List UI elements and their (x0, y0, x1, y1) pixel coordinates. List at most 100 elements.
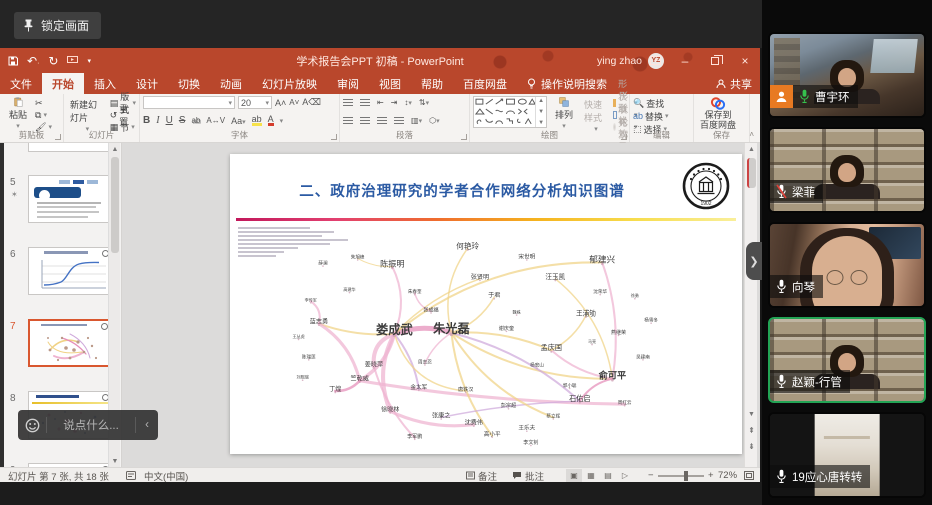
clipboard-dialog-launcher[interactable] (55, 134, 61, 140)
emoji-icon[interactable] (18, 418, 46, 433)
replace-button[interactable]: ab 替换▾ (633, 111, 669, 121)
chat-input[interactable]: 说点什么... (47, 417, 135, 433)
notes-button[interactable]: 备注 (466, 468, 497, 483)
participant-tile-曹宇环[interactable]: 曹宇环 (768, 32, 926, 118)
strikethrough-icon[interactable]: S (179, 115, 186, 126)
quick-access-toolbar[interactable]: ↶· ↻ ▾ (8, 48, 91, 73)
paragraph-dialog-launcher[interactable] (461, 134, 467, 140)
drawing-dialog-launcher[interactable] (621, 134, 627, 140)
comments-button[interactable]: 批注 (512, 468, 544, 483)
undo-icon[interactable]: ↶· (27, 54, 39, 68)
zoom-slider-thumb[interactable] (684, 471, 688, 481)
qat-customize-icon[interactable]: ▾ (87, 57, 91, 65)
ribbon-tab-幻灯片放映[interactable]: 幻灯片放映 (252, 73, 327, 94)
highlight-color-icon[interactable]: ab (252, 115, 262, 126)
scroll-thumb[interactable] (747, 158, 756, 188)
fit-to-window-button[interactable] (744, 468, 754, 483)
chat-collapse-icon[interactable]: ‹ (136, 419, 158, 431)
thumbnail-partial[interactable] (28, 143, 114, 152)
slide-thumbnail-7[interactable] (28, 319, 114, 367)
quick-styles-button[interactable]: 快速样式▾ (581, 96, 611, 131)
start-slideshow-icon[interactable] (67, 56, 78, 65)
participant-tile-赵颖-行管[interactable]: 赵颖-行管 (768, 317, 926, 403)
restore-button[interactable] (700, 48, 730, 73)
justify-icon[interactable] (394, 117, 404, 125)
slide-sorter-view-button[interactable]: ▦ (583, 469, 599, 482)
text-direction-icon[interactable]: ⇅▾ (419, 98, 429, 107)
cut-icon[interactable]: ✂ (35, 98, 52, 108)
reading-view-button[interactable]: ▤ (600, 469, 616, 482)
collapse-ribbon-icon[interactable]: ˄ (749, 130, 754, 139)
underline-icon[interactable]: U (166, 115, 173, 126)
tell-me-search[interactable]: 操作说明搜索 (517, 73, 617, 94)
scroll-up-icon[interactable]: ▲ (745, 143, 758, 156)
font-size-combo[interactable]: 20▾ (238, 96, 272, 109)
font-dialog-launcher[interactable] (331, 134, 337, 140)
zoom-slider[interactable] (658, 475, 704, 477)
save-icon[interactable] (8, 56, 18, 66)
shapes-gallery[interactable]: ▲▼▼ (473, 96, 547, 128)
font-color-icon[interactable]: A (268, 115, 274, 126)
ribbon-display-options-button[interactable] (640, 48, 670, 73)
change-case-icon[interactable]: Aa▾ (231, 116, 246, 126)
decrease-indent-icon[interactable]: ⇤ (377, 98, 384, 107)
redo-icon[interactable]: ↻ (48, 54, 58, 68)
reset-button[interactable]: ↺ 重置 (110, 110, 136, 120)
canvas-scrollbar[interactable]: ▲ ▼ ⇞ ⇟ (744, 143, 757, 467)
paste-button[interactable]: 粘贴 ▾ (3, 96, 33, 131)
align-center-icon[interactable] (360, 117, 370, 125)
sidebar-expand-handle[interactable]: ❯ (746, 242, 762, 280)
participant-tile-梁菲[interactable]: 梁菲 (768, 127, 926, 213)
ribbon-tab-百度网盘[interactable]: 百度网盘 (453, 73, 517, 94)
chat-bar[interactable]: 说点什么... ‹ (18, 410, 158, 440)
ribbon-tab-帮助[interactable]: 帮助 (411, 73, 453, 94)
align-left-icon[interactable] (343, 117, 353, 125)
ribbon-tab-文件[interactable]: 文件 (0, 73, 42, 94)
scroll-up-icon[interactable]: ▲ (109, 143, 121, 155)
close-button[interactable]: × (730, 48, 760, 73)
slide[interactable]: 二、政府治理研究的学者合作网络分析知识图谱 (230, 154, 742, 454)
numbering-icon[interactable] (360, 99, 370, 107)
zoom-level[interactable]: 72% (718, 468, 737, 483)
ribbon-tab-动画[interactable]: 动画 (210, 73, 252, 94)
copy-icon[interactable]: ⧉▾ (35, 110, 52, 120)
shapes-gallery-scroll[interactable]: ▲▼▼ (535, 97, 546, 127)
participant-tile-向琴[interactable]: 向琴 (768, 222, 926, 308)
ribbon-tab-开始[interactable]: 开始 (42, 73, 84, 94)
align-right-icon[interactable] (377, 117, 387, 125)
normal-view-button[interactable]: ▣ (566, 469, 582, 482)
grow-font-icon[interactable]: A˄ (275, 96, 286, 109)
shrink-font-icon[interactable]: A˅ (289, 96, 299, 109)
arrange-button[interactable]: 排列▾ (549, 96, 579, 131)
previous-slide-button[interactable]: ⇞ (745, 423, 758, 437)
language-status[interactable]: 中文(中国) (144, 468, 188, 483)
slide-thumbnail-5[interactable] (28, 175, 114, 223)
lock-view-button[interactable]: 锁定画面 (14, 12, 101, 39)
ribbon-tab-切换[interactable]: 切换 (168, 73, 210, 94)
participant-tile-19应心唐转转[interactable]: 19应心唐转转 (768, 412, 926, 498)
clear-formatting-icon[interactable]: A⌫ (302, 96, 321, 109)
line-spacing-icon[interactable]: ↕▾ (404, 98, 412, 107)
character-spacing-icon[interactable]: A↔V (206, 116, 225, 125)
slideshow-button[interactable]: ▷ (617, 469, 633, 482)
increase-indent-icon[interactable]: ⇥ (391, 98, 398, 107)
zoom-in-button[interactable]: + (708, 468, 714, 483)
slide-thumbnail-6[interactable] (28, 247, 114, 295)
ribbon-tab-审阅[interactable]: 审阅 (327, 73, 369, 94)
italic-icon[interactable]: I (156, 115, 159, 126)
share-button[interactable]: 共享 (716, 73, 752, 94)
minimize-button[interactable]: – (670, 48, 700, 73)
new-slide-button[interactable]: 新建幻灯片 ▾ (67, 96, 108, 131)
bold-icon[interactable]: B (143, 115, 150, 126)
find-button[interactable]: 🔍 查找 (633, 98, 669, 108)
convert-smartart-icon[interactable]: ⬡▾ (429, 116, 440, 125)
font-name-combo[interactable]: ▾ (143, 96, 235, 109)
next-slide-button[interactable]: ⇟ (745, 439, 758, 453)
scroll-down-icon[interactable]: ▼ (745, 408, 758, 421)
text-shadow-icon[interactable]: ab (191, 116, 200, 125)
accessibility-icon[interactable] (126, 468, 136, 483)
scroll-down-icon[interactable]: ▼ (109, 455, 121, 467)
save-to-netdisk-button[interactable]: 保存到 百度网盘 (697, 96, 739, 131)
scroll-thumb[interactable] (111, 157, 119, 253)
zoom-out-button[interactable]: − (648, 468, 654, 483)
